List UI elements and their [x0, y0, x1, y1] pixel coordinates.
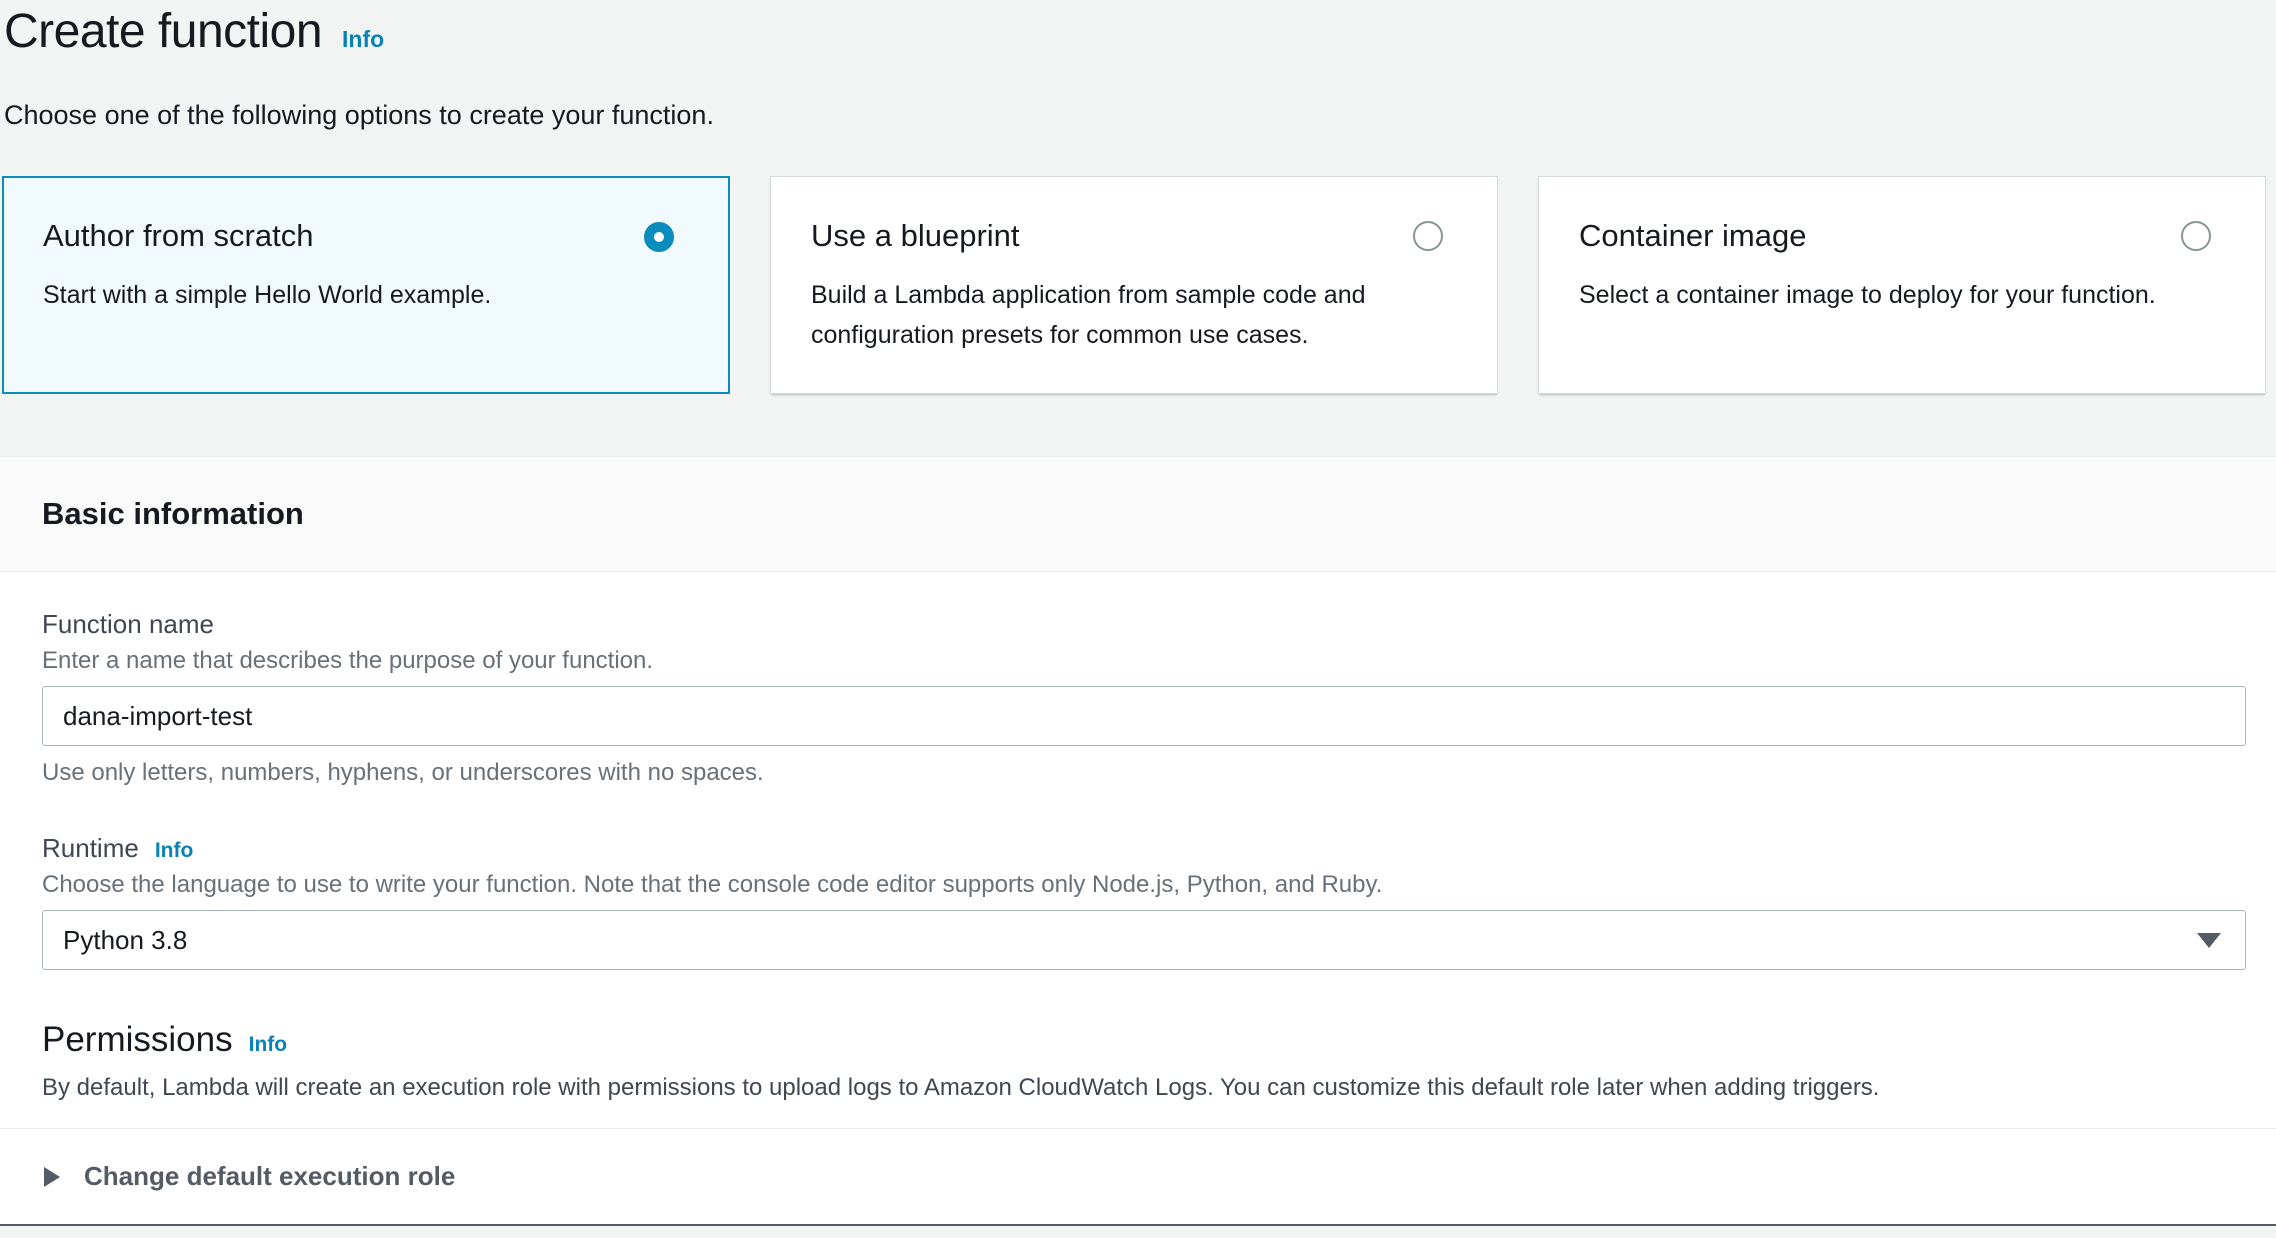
runtime-selected-value: Python 3.8: [63, 925, 187, 956]
panel-body: Function name Enter a name that describe…: [0, 572, 2276, 1128]
expander-label: Change default execution role: [84, 1161, 455, 1192]
card-title: Container image: [1579, 217, 2135, 255]
page-title: Create function: [4, 4, 322, 60]
radio-use-a-blueprint[interactable]: [1413, 221, 1443, 251]
runtime-description: Choose the language to use to write your…: [42, 870, 2246, 900]
function-name-description: Enter a name that describes the purpose …: [42, 646, 2246, 676]
runtime-info-link[interactable]: Info: [155, 839, 193, 863]
change-default-execution-role-expander[interactable]: Change default execution role: [0, 1128, 2276, 1224]
runtime-field-group: Runtime Info Choose the language to use …: [42, 830, 2246, 970]
function-name-field-group: Function name Enter a name that describe…: [42, 606, 2246, 788]
permissions-description: By default, Lambda will create an execut…: [42, 1072, 2246, 1104]
function-name-label: Function name: [42, 606, 214, 642]
card-use-a-blueprint[interactable]: Use a blueprint Build a Lambda applicati…: [770, 176, 1498, 394]
card-container-image[interactable]: Container image Select a container image…: [1538, 176, 2266, 394]
card-title: Use a blueprint: [811, 217, 1367, 255]
card-author-from-scratch[interactable]: Author from scratch Start with a simple …: [2, 176, 730, 394]
title-row: Create function Info: [4, 4, 2276, 60]
creation-option-cards: Author from scratch Start with a simple …: [0, 176, 2276, 394]
card-description: Build a Lambda application from sample c…: [811, 275, 1457, 355]
panel-title: Basic information: [42, 496, 304, 532]
panel-header: Basic information: [0, 456, 2276, 572]
card-title: Author from scratch: [43, 217, 599, 255]
function-name-hint: Use only letters, numbers, hyphens, or u…: [42, 758, 2246, 788]
page-title-info-link[interactable]: Info: [342, 26, 384, 53]
card-description: Select a container image to deploy for y…: [1579, 275, 2225, 315]
caret-right-icon: [44, 1167, 60, 1187]
permissions-info-link[interactable]: Info: [249, 1033, 287, 1057]
runtime-label: Runtime: [42, 830, 139, 866]
radio-author-from-scratch[interactable]: [644, 222, 674, 252]
basic-information-panel: Basic information Function name Enter a …: [0, 456, 2276, 1226]
radio-container-image[interactable]: [2181, 221, 2211, 251]
card-description: Start with a simple Hello World example.: [43, 275, 689, 315]
page-header: Create function Info Choose one of the f…: [0, 0, 2276, 132]
page-subtitle: Choose one of the following options to c…: [4, 98, 2276, 132]
permissions-section: Permissions Info By default, Lambda will…: [42, 1018, 2246, 1104]
function-name-input[interactable]: [42, 686, 2246, 746]
dropdown-arrow-icon: [2197, 933, 2221, 948]
permissions-title: Permissions: [42, 1018, 233, 1062]
runtime-select[interactable]: Python 3.8: [42, 910, 2246, 970]
